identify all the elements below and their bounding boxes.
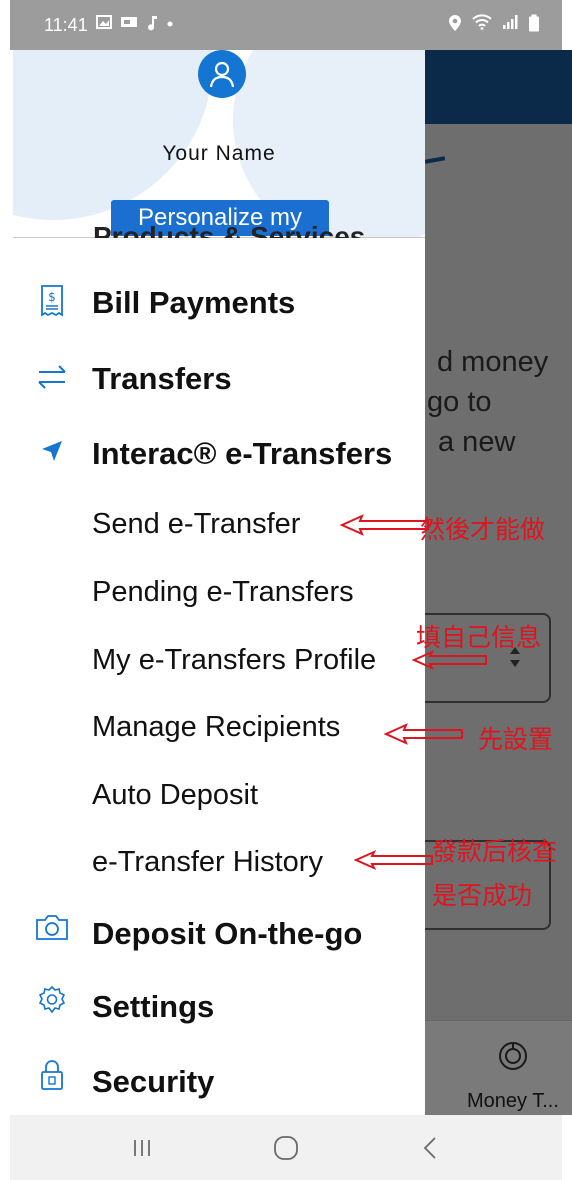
annotation-arrow-icon: [412, 649, 487, 671]
sub-item-my-e-transfers-profile[interactable]: My e-Transfers Profile: [13, 642, 425, 682]
drawer-header: Your Name Personalize my: [13, 50, 425, 238]
gallery-icon: [95, 14, 112, 36]
signal-icon: [502, 14, 518, 37]
bill-icon: $: [35, 284, 69, 318]
menu-item-bill-payments[interactable]: $ Bill Payments: [13, 280, 425, 324]
battery-icon: [528, 14, 540, 37]
annotation-arrow-icon: [354, 849, 433, 871]
background-text-line: d money: [437, 346, 549, 378]
menu-item-label: Bill Payments: [92, 285, 296, 320]
sub-item-auto-deposit[interactable]: Auto Deposit: [13, 777, 425, 817]
background-app: d money go to a new Money T...: [425, 50, 572, 1115]
menu-item-label: Interac® e-Transfers: [92, 436, 393, 471]
gear-icon: [35, 983, 69, 1017]
svg-text:$: $: [48, 290, 56, 304]
status-left-icons: [95, 14, 174, 36]
music-icon: [146, 15, 158, 36]
menu-item-interac-e-transfers[interactable]: Interac® e-Transfers: [13, 430, 425, 474]
recents-icon: [134, 1139, 150, 1156]
products-services-label: Products & Services: [93, 226, 365, 238]
system-nav-bar: [10, 1115, 562, 1180]
send-arrow-icon: [35, 434, 69, 468]
menu-item-deposit-on-the-go[interactable]: Deposit On-the-go: [13, 910, 425, 954]
sub-item-label: Manage Recipients: [92, 711, 341, 743]
status-right-icons: [448, 13, 540, 37]
menu-item-label: Settings: [92, 989, 215, 1024]
menu-item-security[interactable]: Security: [13, 1058, 425, 1102]
annotation-recipients: 先設置: [478, 725, 554, 754]
sub-item-label: Send e-Transfer: [92, 508, 301, 540]
user-icon: [209, 61, 235, 88]
money-transfer-icon: [497, 1040, 529, 1072]
menu-item-label: Security: [92, 1064, 215, 1099]
lock-icon: [35, 1058, 69, 1092]
back-icon: [423, 1136, 436, 1159]
navigation-drawer: Your Name Personalize my Products & Serv…: [13, 50, 425, 1115]
sub-item-label: My e-Transfers Profile: [92, 644, 377, 676]
profile-name: Your Name: [162, 142, 276, 165]
avatar[interactable]: [198, 50, 246, 98]
annotation-history-success: 是否成功: [432, 881, 533, 910]
sub-item-label: Pending e-Transfers: [92, 576, 354, 608]
annotation-send: 然後才能做: [420, 515, 546, 544]
sub-item-manage-recipients[interactable]: Manage Recipients: [13, 709, 425, 749]
money-transfer-label: Money T...: [467, 1090, 559, 1112]
dot-icon: [166, 15, 174, 36]
menu-item-label: Transfers: [92, 361, 232, 396]
annotation-history-check: 發款后核查: [432, 837, 558, 866]
background-app-bar: [425, 50, 572, 124]
back-button[interactable]: [410, 1128, 450, 1168]
status-bar: 11:41: [10, 0, 562, 50]
sub-item-pending-e-transfers[interactable]: Pending e-Transfers: [13, 574, 425, 614]
header-decoration: [13, 50, 213, 220]
menu-item-settings[interactable]: Settings: [13, 983, 425, 1027]
sub-item-label: Auto Deposit: [92, 779, 259, 811]
home-icon: [274, 1135, 298, 1160]
background-text-line: go to: [427, 386, 492, 418]
background-text-line: a new: [438, 426, 516, 458]
status-time: 11:41: [44, 14, 88, 35]
transfer-arrows-icon: [35, 359, 69, 393]
wifi-icon: [472, 13, 492, 37]
home-button[interactable]: [266, 1128, 306, 1168]
location-icon: [448, 14, 462, 37]
background-swoosh: [425, 156, 446, 164]
sim-icon: [120, 15, 138, 36]
menu-item-transfers[interactable]: Transfers: [13, 355, 425, 399]
products-services-peek[interactable]: Products & Services: [93, 226, 365, 238]
camera-icon: [35, 910, 69, 944]
annotation-arrow-icon: [384, 723, 463, 745]
sub-item-label: e-Transfer History: [92, 846, 323, 878]
menu-item-label: Deposit On-the-go: [92, 916, 363, 951]
recents-button[interactable]: [122, 1128, 162, 1168]
annotation-arrow-icon: [340, 514, 429, 536]
